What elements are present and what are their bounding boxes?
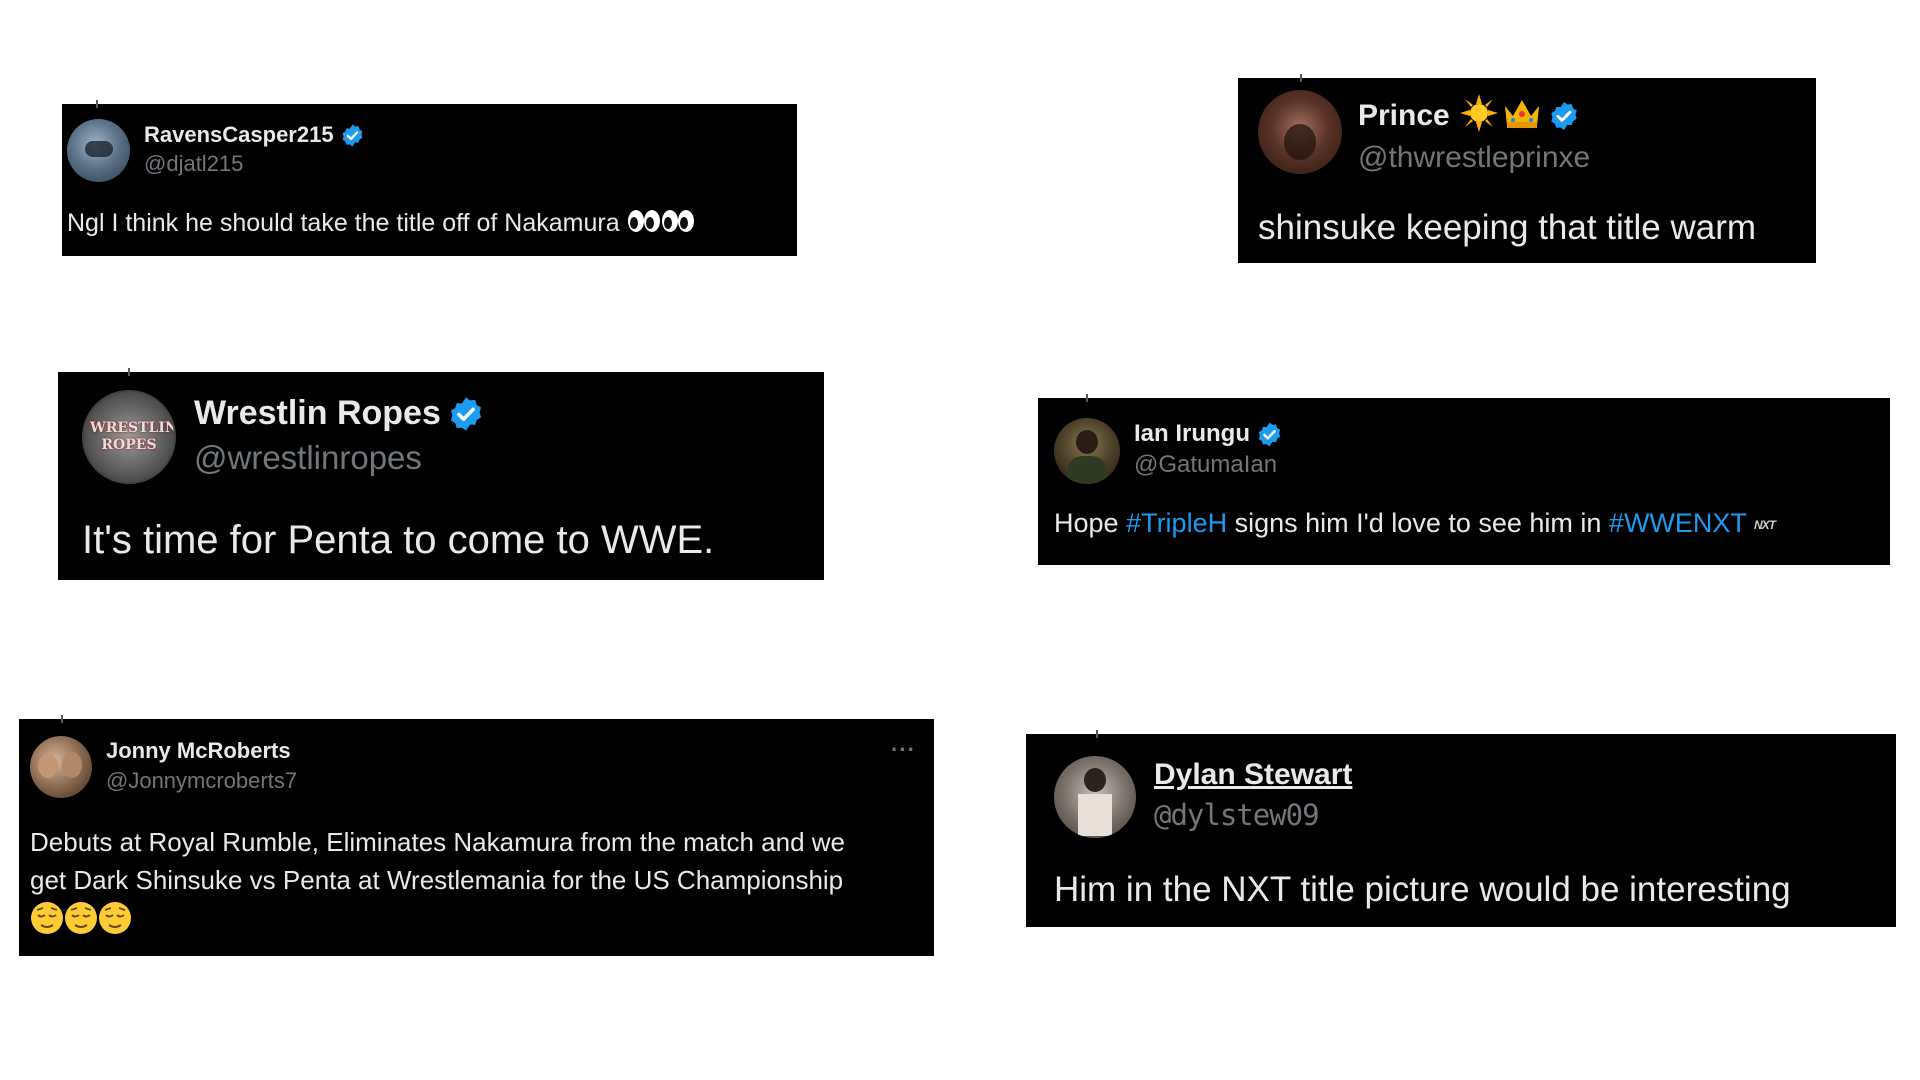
tweet-text: shinsuke keeping that title warm (1258, 208, 1757, 247)
handle[interactable]: @thwrestleprinxe (1358, 141, 1590, 175)
hashtag-link-wwenxt[interactable]: #WWENXT (1609, 508, 1747, 538)
display-name[interactable]: RavensCasper215 (144, 122, 334, 148)
tweet-text-line: Debuts at Royal Rumble, Eliminates Nakam… (30, 827, 846, 857)
handle[interactable]: @Jonnymcroberts7 (106, 768, 297, 794)
tweet-text-part: signs him I'd love to see him in (1227, 508, 1609, 538)
display-name[interactable]: Jonny McRoberts (106, 738, 291, 764)
tweet-card-wrestlin-ropes[interactable]: WRESTLIN ROPES Wrestlin Ropes @wrestlinr… (58, 368, 824, 580)
tweet-text-content: Ngl I think he should take the title off… (67, 209, 620, 238)
tweet-text: Debuts at Royal Rumble, Eliminates Nakam… (30, 823, 845, 945)
emoji-row (30, 901, 845, 945)
handle[interactable]: @dylstew09 (1154, 798, 1352, 832)
tweet-card-jonny-mcroberts[interactable]: Jonny McRoberts @Jonnymcroberts7 ··· Deb… (19, 715, 934, 956)
avatar[interactable] (1054, 756, 1136, 838)
display-name[interactable]: Wrestlin Ropes (194, 394, 441, 433)
hashtag-link-tripleh[interactable]: #TripleH (1126, 508, 1227, 538)
tweet-text-part: Hope (1054, 508, 1127, 538)
relieved-face-emoji-icon (30, 901, 64, 945)
display-name[interactable]: Dylan Stewart (1154, 758, 1352, 792)
display-name[interactable]: Prince (1358, 99, 1450, 133)
verified-badge-icon (450, 396, 481, 431)
verified-badge-icon (342, 124, 362, 146)
verified-badge-icon (1551, 101, 1577, 130)
tweet-card-ian-irungu[interactable]: Ian Irungu @GatumaIan Hope #TripleH sign… (1038, 394, 1890, 565)
tweet-card-ravenscasper[interactable]: RavensCasper215 @djatl215 Ngl I think he… (62, 100, 797, 256)
handle[interactable]: @wrestlinropes (194, 439, 485, 477)
tweet-card-prince[interactable]: Prince @thwrestleprinxe shinsuke keeping… (1238, 74, 1816, 263)
verified-badge-icon (1258, 422, 1281, 446)
avatar[interactable]: WRESTLIN ROPES (82, 390, 176, 484)
avatar[interactable] (1258, 90, 1342, 174)
avatar[interactable] (30, 736, 92, 798)
tweet-text: Ngl I think he should take the title off… (67, 208, 695, 241)
sun-emoji-icon (1459, 94, 1498, 137)
tweet-card-dylan-stewart[interactable]: Dylan Stewart @dylstew09 Him in the NXT … (1026, 730, 1896, 927)
display-name[interactable]: Ian Irungu (1134, 420, 1250, 448)
nxt-hashflag-icon: NXT (1753, 517, 1776, 532)
crown-emoji-icon (1502, 96, 1542, 135)
tweet-text: Him in the NXT title picture would be in… (1054, 870, 1791, 909)
handle[interactable]: @djatl215 (144, 151, 365, 177)
avatar-logo-text: WRESTLIN ROPES (90, 420, 176, 453)
more-options-icon[interactable]: ··· (891, 737, 916, 763)
avatar[interactable] (1054, 418, 1120, 484)
tweet-text-line: get Dark Shinsuke vs Penta at Wrestleman… (30, 865, 844, 895)
handle[interactable]: @GatumaIan (1134, 451, 1283, 479)
eyes-emoji-icon (627, 208, 661, 241)
tweet-text: Hope #TripleH signs him I'd love to see … (1054, 508, 1776, 539)
tweet-text: It's time for Penta to come to WWE. (82, 518, 715, 562)
avatar[interactable] (67, 119, 130, 182)
eyes-emoji-icon (661, 208, 695, 241)
relieved-face-emoji-icon (64, 901, 98, 945)
relieved-face-emoji-icon (98, 901, 132, 945)
